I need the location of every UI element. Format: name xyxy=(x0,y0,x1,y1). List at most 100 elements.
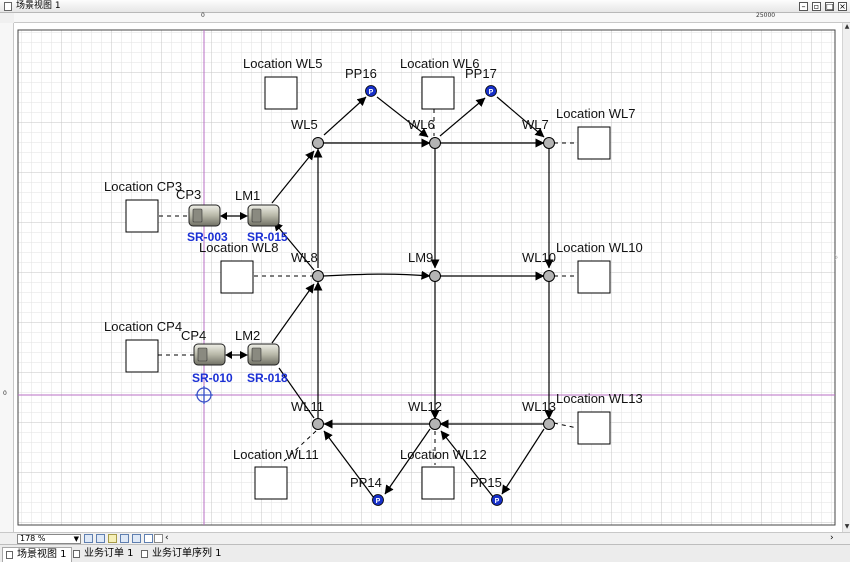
vehicle-detail xyxy=(251,347,262,362)
point-wl13-label: WL13 xyxy=(522,399,556,414)
location-wl7-box[interactable] xyxy=(577,126,611,160)
tab-label: 业务订单序列 1 xyxy=(152,548,222,559)
location-wl10-label: Location WL10 xyxy=(556,240,643,255)
point-lm9-label: LM9 xyxy=(408,250,433,265)
expand-icon[interactable] xyxy=(154,534,163,543)
point-wl12[interactable] xyxy=(429,418,441,430)
parking-point-pp16[interactable]: P xyxy=(365,85,377,97)
point-wl10-label: WL10 xyxy=(522,250,556,265)
pointer-icon[interactable] xyxy=(84,534,93,543)
tab-label: 场景视图 1 xyxy=(17,549,67,560)
grid-icon[interactable] xyxy=(108,534,117,543)
document-tabs: 场景视图 1 业务订单 1 业务订单序列 1 xyxy=(0,544,850,562)
location-cp3-box[interactable] xyxy=(125,199,159,233)
vertical-ruler: 0 xyxy=(0,23,14,532)
location-cp4-label: Location CP4 xyxy=(104,319,182,334)
point-wl11[interactable] xyxy=(312,418,324,430)
vehicle-detail xyxy=(251,208,262,223)
point-wl7-label: WL7 xyxy=(522,117,549,132)
location-wl12-label: Location WL12 xyxy=(400,447,487,462)
scene-view[interactable]: Location WL5 Location WL6 Location WL7 L… xyxy=(14,23,842,532)
point-wl5[interactable] xyxy=(312,137,324,149)
location-wl11-label: Location WL11 xyxy=(233,447,319,462)
parking-point-pp14[interactable]: P xyxy=(372,494,384,506)
layer-icon[interactable] xyxy=(120,534,129,543)
ruler-label-25000: 25000 xyxy=(756,12,776,19)
point-wl8-label: WL8 xyxy=(291,250,318,265)
parking-pp15-label: PP15 xyxy=(470,475,502,490)
parking-point-pp17[interactable]: P xyxy=(485,85,497,97)
parking-icon: P xyxy=(369,89,374,96)
point-wl7[interactable] xyxy=(543,137,555,149)
location-wl11-box[interactable] xyxy=(254,466,288,500)
ruler-label-zero-y: 0 xyxy=(3,390,7,397)
scene-canvas[interactable]: Location WL5 Location WL6 Location WL7 L… xyxy=(14,23,842,532)
point-wl10[interactable] xyxy=(543,270,555,282)
document-icon xyxy=(141,550,148,558)
document-icon xyxy=(6,551,13,559)
parking-pp14-label: PP14 xyxy=(350,475,382,490)
scroll-right-icon[interactable]: › xyxy=(830,533,834,543)
point-wl8[interactable] xyxy=(312,270,324,282)
vehicle-detail xyxy=(197,347,208,362)
location-cp3-label: Location CP3 xyxy=(104,179,182,194)
location-wl5-box[interactable] xyxy=(264,76,298,110)
parking-point-pp15[interactable]: P xyxy=(491,494,503,506)
window-titlebar: 场景视图 1 – ▫ □ × xyxy=(0,0,850,13)
point-cp3-label: CP3 xyxy=(176,187,201,202)
parking-icon: P xyxy=(376,498,381,505)
zoom-select[interactable]: 178 % ▼ xyxy=(17,534,81,544)
minimize-button[interactable]: – xyxy=(799,2,808,11)
point-wl6[interactable] xyxy=(429,137,441,149)
location-wl13-box[interactable] xyxy=(577,411,611,445)
ruler-label-zero: 0 xyxy=(201,12,205,19)
point-wl6-label: WL6 xyxy=(408,117,435,132)
tab-transport-order[interactable]: 业务订单 1 xyxy=(70,547,138,562)
location-wl12-box[interactable] xyxy=(421,466,455,500)
parking-icon: P xyxy=(495,498,500,505)
view-toolbar: 178 % ▼ ‹ › xyxy=(0,532,850,544)
chevron-down-icon: ▼ xyxy=(73,535,79,543)
point-lm2-label: LM2 xyxy=(235,328,260,343)
parking-pp16-label: PP16 xyxy=(345,66,377,81)
location-wl6-box[interactable] xyxy=(421,76,455,110)
horizontal-ruler: 0 25000 xyxy=(14,12,850,23)
vehicle-sr015-label: SR-015 xyxy=(247,230,288,244)
vehicle-detail xyxy=(192,208,203,223)
location-cp4-box[interactable] xyxy=(125,339,159,373)
tab-label: 业务订单 1 xyxy=(84,548,134,559)
tab-order-sequence[interactable]: 业务订单序列 1 xyxy=(138,547,226,562)
vertical-scrollbar[interactable]: ▲ ▼ xyxy=(842,23,850,532)
location-wl7-label: Location WL7 xyxy=(556,106,636,121)
tab-scene-view[interactable]: 场景视图 1 xyxy=(2,547,72,562)
point-wl11-label: WL11 xyxy=(291,399,324,414)
parking-pp17-label: PP17 xyxy=(465,66,497,81)
location-wl8-box[interactable] xyxy=(220,260,254,294)
location-wl13-label: Location WL13 xyxy=(556,391,643,406)
vehicle-sr018-label: SR-018 xyxy=(247,371,288,385)
scroll-left-icon[interactable]: ‹ xyxy=(165,533,169,543)
document-icon xyxy=(4,2,12,11)
vehicle-sr010-label: SR-010 xyxy=(192,371,233,385)
document-icon xyxy=(73,550,80,558)
close-button[interactable]: × xyxy=(838,2,847,11)
point-wl12-label: WL12 xyxy=(408,399,442,414)
location-wl10-box[interactable] xyxy=(577,260,611,294)
point-wl13[interactable] xyxy=(543,418,555,430)
maximize-button[interactable]: □ xyxy=(825,2,834,11)
parking-icon: P xyxy=(489,89,494,96)
link-icon[interactable] xyxy=(144,534,153,543)
scroll-up-icon[interactable]: ▲ xyxy=(843,23,850,30)
restore-button[interactable]: ▫ xyxy=(812,2,821,11)
point-lm9[interactable] xyxy=(429,270,441,282)
zoom-value: 178 % xyxy=(20,534,46,543)
save-icon[interactable] xyxy=(96,534,105,543)
vehicle-sr003-label: SR-003 xyxy=(187,230,228,244)
location-wl5-label: Location WL5 xyxy=(243,56,323,71)
point-lm1-label: LM1 xyxy=(235,188,260,203)
point-wl5-label: WL5 xyxy=(291,117,318,132)
window-title: 场景视图 1 xyxy=(16,1,61,11)
scroll-down-icon[interactable]: ▼ xyxy=(843,523,850,530)
pen-icon[interactable] xyxy=(132,534,141,543)
point-cp4-label: CP4 xyxy=(181,328,206,343)
